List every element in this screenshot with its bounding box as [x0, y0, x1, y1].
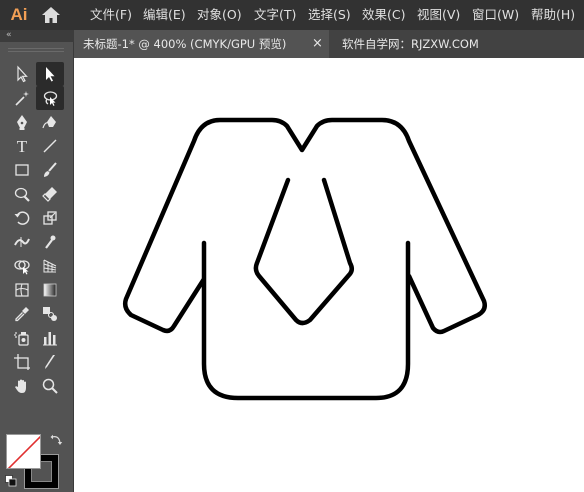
line-segment-tool[interactable]	[36, 134, 64, 158]
none-slash-icon	[7, 435, 40, 468]
fill-color-swatch[interactable]	[6, 434, 41, 469]
symbol-sprayer-icon	[14, 332, 29, 346]
menu-file[interactable]: 文件(F)	[90, 0, 132, 30]
rotate-icon	[14, 211, 30, 225]
menu-help[interactable]: 帮助(H)	[531, 0, 575, 30]
shape-builder-tool[interactable]	[8, 254, 36, 278]
hand-tool[interactable]	[8, 374, 36, 398]
shirt-outline	[122, 117, 487, 401]
eyedropper-icon	[15, 307, 29, 322]
paintbrush-icon	[44, 162, 57, 177]
zoom-tool[interactable]	[36, 374, 64, 398]
zoom-icon	[42, 378, 58, 394]
app-logo: Ai	[10, 5, 28, 24]
pen-icon	[17, 115, 27, 130]
gradient-tool[interactable]	[36, 278, 64, 302]
tools-panel-header: «	[0, 30, 74, 42]
rotate-tool[interactable]	[8, 206, 36, 230]
eraser-tool[interactable]	[36, 182, 64, 206]
width-icon	[14, 237, 30, 247]
site-watermark-label: 软件自学网：RJZXW.COM	[342, 37, 479, 51]
document-tab-bar: 未标题-1* @ 400% (CMYK/GPU 预览) × 软件自学网：RJZX…	[74, 30, 584, 58]
paintbrush-tool[interactable]	[36, 158, 64, 182]
lasso-tool[interactable]	[36, 86, 64, 110]
selection-icon	[17, 65, 28, 83]
direct-selection-icon	[46, 67, 55, 82]
column-graph-icon	[43, 332, 57, 346]
symbol-sprayer-tool[interactable]	[8, 326, 36, 350]
shaper-tool[interactable]	[8, 182, 36, 206]
menu-object[interactable]: 对象(O)	[197, 0, 242, 30]
blend-tool[interactable]	[36, 302, 64, 326]
artboard-canvas[interactable]	[74, 58, 584, 492]
mesh-icon	[15, 283, 29, 297]
type-icon: T	[16, 136, 28, 156]
close-tab-icon[interactable]: ×	[312, 30, 323, 58]
tools-panel: « T	[0, 30, 74, 492]
shaper-icon	[14, 187, 30, 202]
shape-builder-icon	[14, 260, 30, 275]
slice-icon	[45, 355, 55, 369]
selection-tool[interactable]	[8, 62, 36, 86]
menu-window[interactable]: 窗口(W)	[472, 0, 519, 30]
menu-type[interactable]: 文字(T)	[254, 0, 296, 30]
rectangle-tool[interactable]	[8, 158, 36, 182]
default-fill-stroke-icon[interactable]	[5, 475, 17, 487]
menu-select[interactable]: 选择(S)	[308, 0, 351, 30]
eraser-icon	[42, 187, 57, 202]
menu-effect[interactable]: 效果(C)	[362, 0, 405, 30]
hand-icon	[15, 379, 26, 393]
width-tool[interactable]	[8, 230, 36, 254]
panel-grip[interactable]	[8, 48, 64, 52]
shirt-tie-artwork[interactable]	[74, 58, 584, 492]
menu-edit[interactable]: 编辑(E)	[143, 0, 186, 30]
curvature-icon	[42, 116, 56, 129]
menu-view[interactable]: 视图(V)	[417, 0, 460, 30]
direct-selection-tool[interactable]	[36, 62, 64, 86]
home-icon[interactable]	[40, 5, 62, 25]
puppet-warp-tool[interactable]	[36, 230, 64, 254]
lasso-icon	[43, 91, 58, 106]
pen-tool[interactable]	[8, 110, 36, 134]
tie-outline	[253, 177, 354, 326]
puppet-warp-icon	[45, 235, 56, 249]
swap-fill-stroke-icon[interactable]	[50, 433, 63, 446]
magic-wand-tool[interactable]	[8, 86, 36, 110]
curvature-tool[interactable]	[36, 110, 64, 134]
magic-wand-icon	[15, 91, 29, 106]
column-graph-tool[interactable]	[36, 326, 64, 350]
scale-icon	[43, 211, 57, 225]
slice-tool[interactable]	[36, 350, 64, 374]
document-tab[interactable]: 未标题-1* @ 400% (CMYK/GPU 预览) ×	[74, 30, 329, 58]
eyedropper-tool[interactable]	[8, 302, 36, 326]
mesh-tool[interactable]	[8, 278, 36, 302]
scale-tool[interactable]	[36, 206, 64, 230]
document-tab-label: 未标题-1* @ 400% (CMYK/GPU 预览)	[83, 37, 287, 51]
perspective-grid-icon	[43, 259, 57, 273]
collapse-panel-icon[interactable]: «	[6, 29, 12, 41]
perspective-grid-tool[interactable]	[36, 254, 64, 278]
type-tool[interactable]: T	[8, 134, 36, 158]
artboard-icon	[14, 354, 30, 370]
gradient-icon	[43, 283, 57, 297]
rectangle-icon	[15, 164, 29, 176]
artboard-tool[interactable]	[8, 350, 36, 374]
menu-bar: Ai 文件(F) 编辑(E) 对象(O) 文字(T) 选择(S) 效果(C) 视…	[0, 0, 584, 30]
blend-icon	[43, 307, 57, 321]
line-segment-icon	[43, 139, 57, 153]
